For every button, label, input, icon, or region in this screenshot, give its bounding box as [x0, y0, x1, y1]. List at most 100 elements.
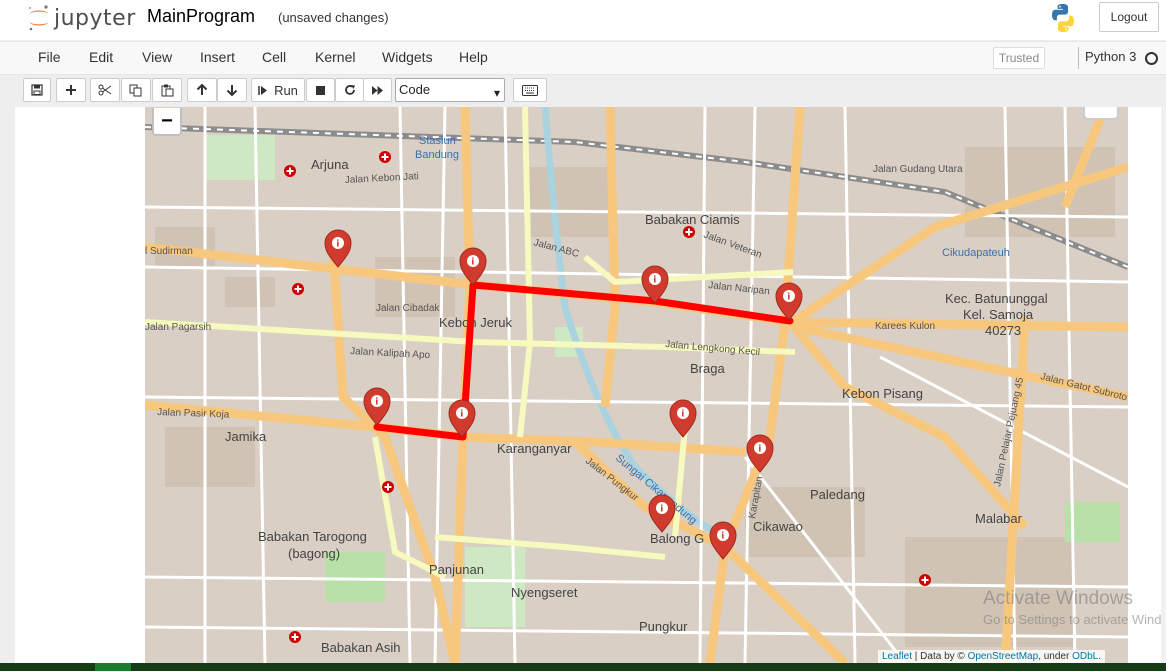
label-sudirman: l Sudirman	[145, 246, 193, 257]
svg-text:i: i	[681, 410, 684, 420]
osm-link[interactable]: OpenStreetMap	[968, 651, 1039, 662]
menu-insert[interactable]: Insert	[200, 49, 235, 65]
copy-button[interactable]	[121, 78, 151, 102]
menu-kernel[interactable]: Kernel	[315, 49, 355, 65]
label-braga: Braga	[690, 361, 725, 376]
label-kebon-jeruk: Kebon Jeruk	[439, 315, 512, 330]
page-scrollbar[interactable]	[1161, 107, 1166, 663]
layer-control-button[interactable]	[1083, 107, 1119, 120]
app-name: jupyter	[54, 6, 136, 31]
label-pungkur: Pungkur	[639, 619, 688, 634]
label-babakan-ciamis: Babakan Ciamis	[645, 212, 740, 227]
hospital-icon	[292, 283, 304, 295]
menubar: File Edit View Insert Cell Kernel Widget…	[0, 41, 1166, 75]
label-jalan-gudang-utara: Jalan Gudang Utara	[873, 164, 963, 175]
svg-text:i: i	[653, 276, 656, 286]
hospital-icon	[289, 631, 301, 643]
kernel-name[interactable]: Python 3	[1085, 49, 1136, 64]
cell-type-value: Code	[399, 82, 431, 97]
insert-cell-button[interactable]	[56, 78, 86, 102]
map-canvas[interactable]: Arjuna Stasiun Bandung Jalan Kebon Jati …	[145, 107, 1128, 663]
restart-run-all-button[interactable]	[363, 78, 392, 102]
stop-icon	[316, 85, 325, 95]
label-kec-batununggal: Kec. Batununggal	[945, 291, 1048, 306]
step-forward-icon	[258, 85, 268, 95]
label-babakan-asih: Babakan Asih	[321, 640, 401, 655]
toolbar: Run Code ▾	[0, 74, 1166, 106]
menu-file[interactable]: File	[38, 49, 61, 65]
paste-icon	[161, 84, 173, 96]
label-karanganyar: Karanganyar	[497, 441, 572, 456]
arrow-down-icon	[226, 85, 238, 96]
move-down-button[interactable]	[217, 78, 247, 102]
svg-text:i: i	[758, 445, 761, 455]
paste-button[interactable]	[152, 78, 182, 102]
label-paledang: Paledang	[810, 487, 865, 502]
notebook-name[interactable]: MainProgram	[147, 6, 255, 27]
attribution-under: , under	[1038, 651, 1073, 662]
svg-text:i: i	[660, 505, 663, 515]
hospital-icon	[919, 574, 931, 586]
label-bandung: Bandung	[415, 149, 459, 161]
fast-forward-icon	[372, 85, 383, 95]
python-logo-icon	[1047, 2, 1079, 34]
label-bagong: (bagong)	[288, 546, 340, 561]
save-icon	[31, 84, 43, 96]
hospital-icon	[382, 481, 394, 493]
save-status: (unsaved changes)	[278, 10, 389, 25]
keyboard-icon	[522, 84, 538, 96]
logout-button[interactable]: Logout	[1099, 2, 1159, 32]
chevron-down-icon: ▾	[493, 86, 500, 100]
jupyter-logo[interactable]: jupyter	[26, 4, 136, 32]
menu-widgets[interactable]: Widgets	[382, 49, 433, 65]
map-output[interactable]: Arjuna Stasiun Bandung Jalan Kebon Jati …	[145, 107, 1128, 663]
label-jalan-cibadak: Jalan Cibadak	[376, 303, 440, 314]
save-button[interactable]	[23, 78, 51, 102]
odbl-link[interactable]: ODbL	[1072, 651, 1098, 662]
label-balong-gede: Balong G	[650, 531, 704, 546]
label-stasiun: Stasiun	[419, 135, 456, 147]
svg-text:i: i	[471, 258, 474, 268]
move-up-button[interactable]	[187, 78, 217, 102]
plus-icon	[66, 85, 76, 95]
menu-view[interactable]: View	[142, 49, 172, 65]
menu-edit[interactable]: Edit	[89, 49, 113, 65]
label-panjunan: Panjunan	[429, 562, 484, 577]
svg-text:i: i	[375, 398, 378, 408]
menu-cell[interactable]: Cell	[262, 49, 286, 65]
activate-windows-watermark: Activate Windows Go to Settings to activ…	[983, 588, 1166, 627]
label-postcode: 40273	[985, 323, 1021, 338]
restart-button[interactable]	[335, 78, 364, 102]
zoom-out-button[interactable]: −	[152, 108, 182, 136]
label-babakan-tarogong: Babakan Tarogong	[258, 529, 367, 544]
label-nyengseret: Nyengseret	[511, 585, 578, 600]
leaflet-link[interactable]: Leaflet	[882, 651, 912, 662]
cell-type-select[interactable]: Code ▾	[395, 78, 505, 102]
hospital-icon	[683, 226, 695, 238]
run-label: Run	[274, 82, 298, 98]
copy-icon	[129, 84, 142, 96]
attribution-sep: | Data by ©	[912, 651, 968, 662]
label-kebon-pisang: Kebon Pisang	[842, 386, 923, 401]
menu-help[interactable]: Help	[459, 49, 488, 65]
label-cikudapateuh: Cikudapateuh	[942, 247, 1010, 259]
svg-text:i: i	[721, 532, 724, 542]
label-jalan-pagarsih: Jalan Pagarsih	[145, 322, 211, 333]
kernel-idle-icon	[1145, 52, 1158, 65]
watermark-subtitle: Go to Settings to activate Windows.	[983, 612, 1166, 627]
label-cikawao: Cikawao	[753, 519, 803, 534]
notebook-header: jupyter MainProgram (unsaved changes) Lo…	[0, 0, 1166, 40]
watermark-title: Activate Windows	[983, 588, 1133, 609]
trusted-indicator[interactable]: Trusted	[993, 47, 1045, 69]
cut-button[interactable]	[90, 78, 120, 102]
interrupt-button[interactable]	[306, 78, 335, 102]
label-karees-kulon: Karees Kulon	[875, 321, 935, 332]
hospital-icon	[379, 151, 391, 163]
run-button[interactable]: Run	[251, 78, 305, 102]
label-kel-samoja: Kel. Samoja	[963, 307, 1034, 322]
svg-text:i: i	[787, 293, 790, 303]
label-malabar: Malabar	[975, 511, 1023, 526]
command-palette-button[interactable]	[513, 78, 547, 102]
svg-text:i: i	[336, 240, 339, 250]
taskbar-active-app[interactable]	[95, 663, 131, 671]
